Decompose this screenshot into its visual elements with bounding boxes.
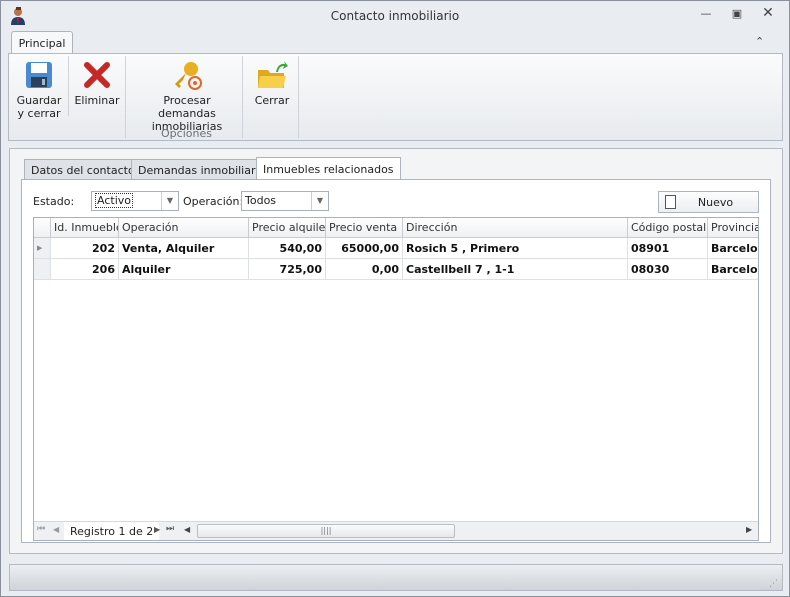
column-header[interactable]: Precio alquiler [249,218,326,238]
collapse-ribbon-icon[interactable]: ⌃ [755,35,764,48]
new-button-label: Nuevo [697,196,734,209]
folder-arrow-icon [258,61,288,88]
chevron-down-icon[interactable]: ▼ [161,192,178,210]
status-bar: ⋰ [9,564,783,591]
cell-id[interactable]: 202 [51,238,119,259]
tab-inmuebles-relacionados[interactable]: Inmuebles relacionados [256,157,401,180]
cell-direccion[interactable]: Rosich 5 , Primero [403,238,628,259]
separator [68,56,69,116]
cell-precio-venta[interactable]: 0,00 [326,259,403,280]
column-header[interactable]: Dirección [403,218,628,238]
cell-provincia[interactable]: Barcelona [708,259,758,280]
chevron-down-icon[interactable]: ▼ [311,192,328,210]
column-header[interactable]: Operación [119,218,249,238]
title-bar: Contacto inmobiliario — ▣ ✕ [1,1,789,31]
new-document-icon [665,195,676,209]
resize-grip-icon[interactable]: ⋰ [769,579,778,589]
operacion-value: Todos [245,194,277,207]
properties-grid: Id. Inmueble Operación Precio alquiler P… [33,217,759,541]
scroll-right-icon[interactable]: ▶ [746,525,752,534]
cell-direccion[interactable]: Castellbell 7 , 1-1 [403,259,628,280]
delete-label: Eliminar [74,94,120,107]
last-record-icon[interactable]: ⏭ [166,524,174,534]
save-close-button[interactable]: Guardar y cerrar [13,58,65,128]
ribbon-tab-principal[interactable]: Principal [11,31,73,54]
grid-navigator: ⏮ ◀ Registro 1 de 2 ▶ ⏭ ◀ |||| ▶ [34,521,758,540]
close-button[interactable]: ✕ [758,5,778,21]
current-row-indicator-icon: ▶ [34,238,51,259]
separator [125,56,126,138]
window-title: Contacto inmobiliario [330,9,460,23]
column-header[interactable]: Código postal [628,218,708,238]
window: Contacto inmobiliario — ▣ ✕ Principal ⌃ … [0,0,790,597]
separator [242,56,243,138]
cell-operacion[interactable]: Venta, Alquiler [119,238,249,259]
estado-label: Estado: [33,195,75,208]
new-button[interactable]: Nuevo [658,191,759,213]
cell-id[interactable]: 206 [51,259,119,280]
delete-x-icon [84,62,110,88]
horizontal-scrollbar-thumb[interactable]: |||| [197,524,455,538]
cell-codigo-postal[interactable]: 08901 [628,238,708,259]
record-counter: Registro 1 de 2 [64,522,160,540]
column-header[interactable]: Provincia [708,218,758,238]
delete-button[interactable]: Eliminar [73,58,121,128]
estado-select[interactable]: Activo ▼ [91,191,179,211]
tab-datos-contacto[interactable]: Datos del contacto [24,159,142,180]
row-indicator-header [34,218,51,238]
column-header[interactable]: Id. Inmueble [51,218,119,238]
ribbon: Guardar y cerrar Eliminar Procesar deman… [8,53,783,141]
close-form-label: Cerrar [254,94,290,107]
operacion-label: Operación: [183,195,244,208]
row-indicator [34,259,51,280]
separator [298,56,299,138]
cell-provincia[interactable]: Barcelona [708,238,758,259]
process-demands-button[interactable]: Procesar demandas inmobiliarias [133,58,241,133]
previous-record-icon[interactable]: ◀ [53,525,59,534]
maximize-button[interactable]: ▣ [727,7,747,23]
close-form-button[interactable]: Cerrar [247,58,297,128]
floppy-disk-icon [26,62,52,88]
estado-value: Activo [95,193,133,208]
scroll-left-icon[interactable]: ◀ [184,525,190,534]
cell-codigo-postal[interactable]: 08030 [628,259,708,280]
column-header[interactable]: Precio venta [326,218,403,238]
first-record-icon[interactable]: ⏮ [37,524,45,534]
cell-operacion[interactable]: Alquiler [119,259,249,280]
cell-precio-alquiler[interactable]: 540,00 [249,238,326,259]
save-close-label: Guardar y cerrar [16,94,62,120]
operacion-select[interactable]: Todos ▼ [241,191,329,211]
cell-precio-alquiler[interactable]: 725,00 [249,259,326,280]
minimize-button[interactable]: — [696,7,716,23]
cell-precio-venta[interactable]: 65000,00 [326,238,403,259]
ribbon-group-label: Opciones [161,127,212,140]
next-record-icon[interactable]: ▶ [154,525,160,534]
key-signal-icon [175,62,202,90]
